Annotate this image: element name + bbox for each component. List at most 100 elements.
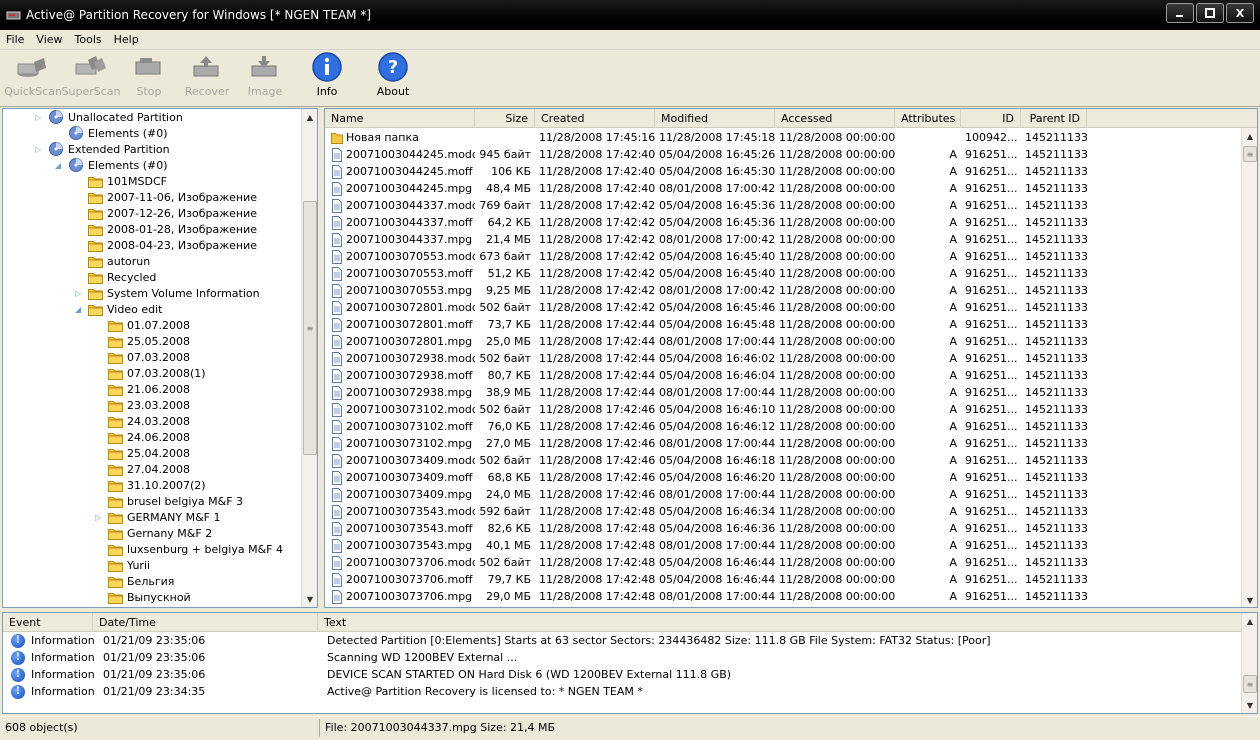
info-button[interactable]: Info xyxy=(294,51,360,103)
column-parent-id[interactable]: Parent ID xyxy=(1021,109,1087,128)
tree-node[interactable]: Recycled xyxy=(75,269,156,285)
expand-toggle-icon[interactable]: ▷ xyxy=(35,113,44,122)
menu-file[interactable]: File xyxy=(0,33,30,46)
file-row[interactable]: 20071003072801.mpg 25,0 МБ 11/28/2008 17:4… xyxy=(325,333,1243,350)
tree-node[interactable]: 21.06.2008 xyxy=(95,381,190,397)
file-row[interactable]: 20071003073706.moff 79,7 КБ 11/28/2008 17:… xyxy=(325,571,1243,588)
file-row[interactable]: 20071003072938.moff 80,7 КБ 11/28/2008 17:… xyxy=(325,367,1243,384)
column-created[interactable]: Created xyxy=(535,109,655,128)
menu-tools[interactable]: Tools xyxy=(69,33,108,46)
expand-toggle-icon[interactable]: ▷ xyxy=(35,145,44,154)
list-scrollbar[interactable]: ▲ ≡ ▼ xyxy=(1241,128,1257,607)
file-row[interactable]: 20071003073706.modd 502 байт 11/28/2008 17… xyxy=(325,554,1243,571)
close-button[interactable]: X xyxy=(1226,3,1254,23)
partition-tree[interactable]: ▷ Unallocated Partition Elements (#0) ▷ Exte… xyxy=(2,108,318,608)
log-scroll-up-icon[interactable]: ▲ xyxy=(1242,613,1257,629)
file-row[interactable]: 20071003073409.moff 68,8 КБ 11/28/2008 17:… xyxy=(325,469,1243,486)
log-row[interactable]: ! Information 01/21/09 23:35:06 Scanning WD… xyxy=(3,649,1257,666)
column-size[interactable]: Size xyxy=(475,109,535,128)
list-scroll-thumb[interactable]: ≡ xyxy=(1243,146,1257,162)
tree-node[interactable]: Elements (#0) xyxy=(55,125,168,141)
file-row[interactable]: 20071003044245.moff 106 КБ 11/28/2008 17:4… xyxy=(325,163,1243,180)
tree-scroll-thumb[interactable]: ≡ xyxy=(303,201,317,455)
tree-node[interactable]: ▷ Extended Partition xyxy=(35,141,170,157)
stop-button[interactable]: Stop xyxy=(120,51,178,103)
file-row[interactable]: 20071003073102.moff 76,0 КБ 11/28/2008 17:… xyxy=(325,418,1243,435)
file-row[interactable]: 20071003072801.moff 73,7 КБ 11/28/2008 17:… xyxy=(325,316,1243,333)
event-log[interactable]: Event Date/Time Text ! Information 01/21/0… xyxy=(2,612,1258,714)
expand-toggle-icon[interactable]: ▷ xyxy=(75,289,84,298)
tree-node[interactable]: luxsenburg + belgiya M&F 4 xyxy=(95,541,283,557)
menu-view[interactable]: View xyxy=(30,33,68,46)
tree-node[interactable]: 2007-11-06, Изображение xyxy=(75,189,257,205)
file-row[interactable]: 20071003073706.mpg 29,0 МБ 11/28/2008 17:4… xyxy=(325,588,1243,605)
tree-node[interactable]: ▷ GERMANY M&F 1 xyxy=(95,509,220,525)
tree-node[interactable]: ▷ Unallocated Partition xyxy=(35,109,183,125)
tree-scrollbar[interactable]: ▲ ≡ ▼ xyxy=(301,109,317,607)
tree-node[interactable]: 31.10.2007(2) xyxy=(95,477,206,493)
minimize-button[interactable] xyxy=(1166,3,1194,23)
file-list[interactable]: Name Size Created Modified Accessed Attr… xyxy=(324,108,1258,608)
file-row[interactable]: 20071003073543.moff 82,6 КБ 11/28/2008 17:… xyxy=(325,520,1243,537)
tree-node[interactable]: Выпускной xyxy=(95,589,191,605)
scroll-up-icon[interactable]: ▲ xyxy=(302,109,317,125)
file-row[interactable]: 20071003073409.mpg 24,0 МБ 11/28/2008 17:4… xyxy=(325,486,1243,503)
column-event[interactable]: Event xyxy=(3,613,93,632)
image-button[interactable]: Image xyxy=(236,51,294,103)
log-row[interactable]: ! Information 01/21/09 23:34:35 Active@ Par… xyxy=(3,683,1257,700)
tree-node[interactable]: 101MSDCF xyxy=(75,173,167,189)
file-row[interactable]: 20071003073543.mpg 40,1 МБ 11/28/2008 17:4… xyxy=(325,537,1243,554)
menu-help[interactable]: Help xyxy=(108,33,145,46)
file-row[interactable]: 20071003073102.mpg 27,0 МБ 11/28/2008 17:4… xyxy=(325,435,1243,452)
file-row[interactable]: 20071003073409.modd 502 байт 11/28/2008 17… xyxy=(325,452,1243,469)
log-scroll-thumb[interactable]: ≡ xyxy=(1243,675,1257,693)
tree-node[interactable]: 25.05.2008 xyxy=(95,333,190,349)
tree-node[interactable]: Yurii xyxy=(95,557,150,573)
about-button[interactable]: ? About xyxy=(360,51,426,103)
file-row[interactable]: 20071003070553.moff 51,2 КБ 11/28/2008 17:… xyxy=(325,265,1243,282)
tree-node[interactable]: 24.03.2008 xyxy=(95,413,190,429)
tree-node[interactable]: 24.06.2008 xyxy=(95,429,190,445)
tree-node[interactable]: Бельгия xyxy=(95,573,174,589)
recover-button[interactable]: Recover xyxy=(178,51,236,103)
column-id[interactable]: ID xyxy=(961,109,1021,128)
log-row[interactable]: ! Information 01/21/09 23:35:06 Detected Pa… xyxy=(3,632,1257,649)
tree-node[interactable]: 2008-04-23, Изображение xyxy=(75,237,257,253)
list-scroll-down-icon[interactable]: ▼ xyxy=(1242,592,1257,607)
log-scrollbar[interactable]: ▲ ≡ ▼ xyxy=(1241,613,1257,713)
file-row[interactable]: 20071003073543.modd 592 байт 11/28/2008 17… xyxy=(325,503,1243,520)
log-row[interactable]: ! Information 01/21/09 23:35:06 DEVICE SCAN… xyxy=(3,666,1257,683)
file-row[interactable]: 20071003044337.mpg 21,4 МБ 11/28/2008 17:4… xyxy=(325,231,1243,248)
file-row[interactable]: 20071003044337.modd 769 байт 11/28/2008 17… xyxy=(325,197,1243,214)
file-row[interactable]: Новая папка 11/28/2008 17:45:16 11/28/2008… xyxy=(325,129,1243,146)
column-text[interactable]: Text xyxy=(318,613,1257,632)
file-row[interactable]: 20071003072938.mpg 38,9 МБ 11/28/2008 17:4… xyxy=(325,384,1243,401)
tree-node[interactable]: ◢ Video edit xyxy=(75,301,162,317)
tree-node[interactable]: 2007-12-26, Изображение xyxy=(75,205,257,221)
expand-toggle-icon[interactable]: ◢ xyxy=(55,161,64,170)
tree-node[interactable]: ▷ System Volume Information xyxy=(75,285,260,301)
file-row[interactable]: 20071003070553.modd 673 байт 11/28/2008 17… xyxy=(325,248,1243,265)
file-row[interactable]: 20071003072938.modd 502 байт 11/28/2008 17… xyxy=(325,350,1243,367)
superscan-button[interactable]: SuperScan xyxy=(62,51,121,103)
file-row[interactable]: 20071003044245.mpg 48,4 МБ 11/28/2008 17:4… xyxy=(325,180,1243,197)
tree-node[interactable]: 07.03.2008(1) xyxy=(95,365,206,381)
tree-node[interactable]: brusel belgiya M&F 3 xyxy=(95,493,243,509)
column-name[interactable]: Name xyxy=(325,109,475,128)
file-row[interactable]: 20071003044337.moff 64,2 КБ 11/28/2008 17:… xyxy=(325,214,1243,231)
tree-node[interactable]: Gernany M&F 2 xyxy=(95,525,212,541)
tree-node[interactable]: 07.03.2008 xyxy=(95,349,190,365)
file-row[interactable]: 20071003070553.mpg 9,25 МБ 11/28/2008 17:4… xyxy=(325,282,1243,299)
column-accessed[interactable]: Accessed xyxy=(775,109,895,128)
tree-node[interactable]: 01.07.2008 xyxy=(95,317,190,333)
quickscan-button[interactable]: QuickScan xyxy=(4,51,62,103)
file-row[interactable]: 20071003073102.modd 502 байт 11/28/2008 17… xyxy=(325,401,1243,418)
tree-node[interactable]: 23.03.2008 xyxy=(95,397,190,413)
column-attributes[interactable]: Attributes xyxy=(895,109,961,128)
tree-node[interactable]: autorun xyxy=(75,253,150,269)
file-row[interactable]: 20071003072801.modd 502 байт 11/28/2008 17… xyxy=(325,299,1243,316)
expand-toggle-icon[interactable]: ◢ xyxy=(75,305,84,314)
scroll-down-icon[interactable]: ▼ xyxy=(302,591,317,607)
tree-node[interactable]: ◢ Elements (#0) xyxy=(55,157,168,173)
maximize-button[interactable] xyxy=(1196,3,1224,23)
